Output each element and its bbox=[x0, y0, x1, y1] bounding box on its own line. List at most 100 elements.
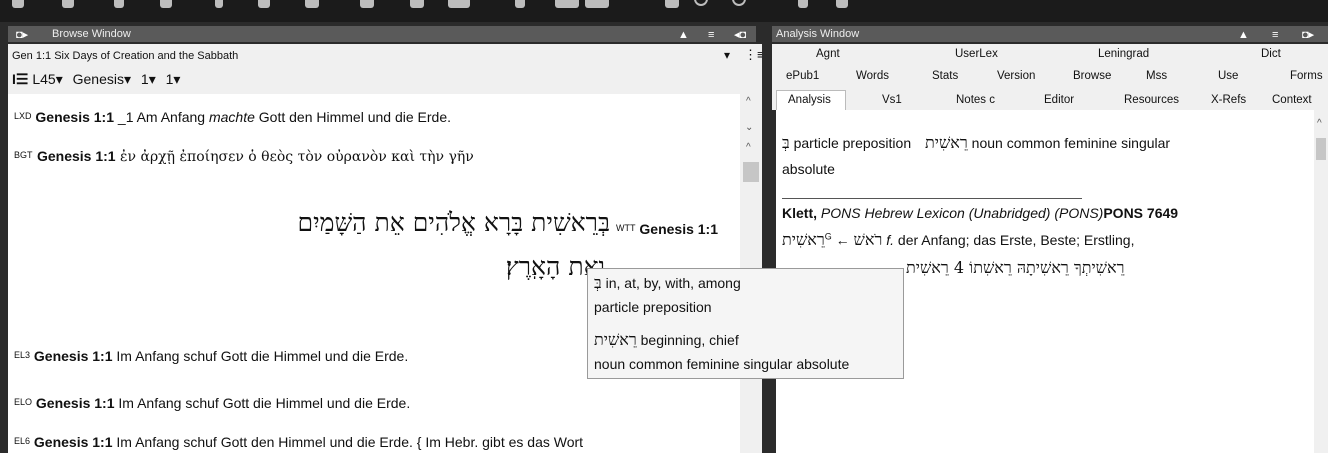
version-select[interactable]: L45▾ bbox=[32, 71, 62, 87]
menu-icon[interactable]: ≡ bbox=[1272, 27, 1278, 43]
tab-vs1[interactable]: Vs1 bbox=[882, 94, 902, 106]
scroll-up-icon[interactable]: ^ bbox=[746, 142, 751, 153]
browse-window-title: Browse Window bbox=[52, 28, 131, 40]
verse-text: _1 Am Anfang bbox=[114, 109, 209, 125]
verse-el6: EL6 Genesis 1:1 Im Anfang schuf Gott den… bbox=[14, 434, 583, 450]
tab-analysis[interactable]: Analysis bbox=[788, 94, 831, 106]
passage-title: Gen 1:1 Six Days of Creation and the Sab… bbox=[12, 50, 239, 62]
tab-version[interactable]: Version bbox=[997, 70, 1035, 82]
tab-notes-c[interactable]: Notes c bbox=[956, 94, 995, 106]
lexicon-entry-number[interactable]: PONS 7649 bbox=[1103, 205, 1178, 221]
scroll-thumb[interactable] bbox=[743, 162, 759, 182]
verse-ref[interactable]: Genesis 1:1 bbox=[37, 148, 116, 164]
verse-bgt: BGT Genesis 1:1 ἐν ἀρχῇ ἐποίησεν ὁ θεὸς … bbox=[14, 148, 474, 165]
dropdown-arrow-icon[interactable]: ▾ bbox=[724, 48, 730, 62]
toolbar-button[interactable] bbox=[160, 0, 172, 8]
tab-epub1[interactable]: ePub1 bbox=[786, 70, 819, 82]
parse-text: noun common feminine singular bbox=[971, 135, 1171, 151]
list-icon[interactable]: I☰ bbox=[12, 71, 28, 87]
toolbar-button[interactable] bbox=[258, 0, 270, 8]
lexicon-forms: רֵאשִׁיתְךָ רֵאשִׁיתָהּ רֵאשִׁתוֹ 4 רֵאש… bbox=[906, 258, 1125, 277]
verse-text: ἐν ἀρχῇ ἐποίησεν ὁ θεὸς τὸν οὐρανὸν καὶ … bbox=[115, 149, 474, 165]
verse-text: Im Anfang schuf Gott den Himmel und die … bbox=[112, 434, 584, 450]
help-icon[interactable] bbox=[694, 0, 708, 6]
tab-x-refs[interactable]: X-Refs bbox=[1211, 94, 1246, 106]
verse-ref[interactable]: Genesis 1:1 bbox=[639, 221, 718, 237]
parse-line: בְּ particle preposition רֵאשִׁית noun c… bbox=[782, 133, 1170, 153]
main-toolbar bbox=[0, 0, 1328, 22]
scroll-thumb[interactable] bbox=[1316, 138, 1326, 160]
word-tooltip: בְּ in, at, by, with, among particle pre… bbox=[587, 268, 904, 379]
tab-userlex[interactable]: UserLex bbox=[955, 48, 998, 60]
window-splitter[interactable] bbox=[762, 22, 772, 453]
toolbar-button[interactable] bbox=[305, 0, 319, 8]
analysis-window-title: Analysis Window bbox=[776, 28, 860, 40]
version-sigla: LXD bbox=[14, 111, 32, 121]
toolbar-button[interactable] bbox=[215, 0, 223, 8]
toolbar-button[interactable] bbox=[665, 0, 679, 8]
window-arrows-icon[interactable]: ◂◘ bbox=[734, 27, 746, 43]
scroll-up-icon[interactable]: ^ bbox=[1317, 118, 1322, 129]
tab-use[interactable]: Use bbox=[1218, 70, 1238, 82]
verse-text: Im Anfang schuf Gott die Himmel und die … bbox=[112, 348, 409, 364]
hebrew-word[interactable]: בְּ bbox=[782, 133, 790, 152]
toolbar-button[interactable] bbox=[62, 0, 74, 8]
tooltip-gloss: beginning, chief bbox=[640, 332, 739, 348]
toolbar-button[interactable] bbox=[555, 0, 579, 8]
toolbar-button[interactable] bbox=[114, 0, 124, 8]
toolbar-button[interactable] bbox=[585, 0, 609, 8]
toolbar-button[interactable] bbox=[12, 0, 24, 8]
version-sigla: BGT bbox=[14, 150, 33, 160]
window-toggle-icon[interactable]: ◘▸ bbox=[1302, 27, 1314, 43]
tab-words[interactable]: Words bbox=[856, 70, 889, 82]
lexicon-entry: רֵאשִׁיתG ← רֹאשׁ f. der Anfang; das Ers… bbox=[782, 230, 1134, 250]
tab-forms[interactable]: Forms bbox=[1290, 70, 1323, 82]
verse-ref[interactable]: Genesis 1:1 bbox=[35, 109, 114, 125]
hebrew-verse-line1: בְּרֵאשִׁית בָּרָא אֱלֹהִים אֵת הַשָּׁמַ… bbox=[297, 208, 611, 237]
book-select[interactable]: Genesis▾ bbox=[73, 71, 131, 87]
tab-resources[interactable]: Resources bbox=[1124, 94, 1179, 106]
info-icon[interactable] bbox=[732, 0, 746, 6]
hebrew-word[interactable]: רֵאשִׁית bbox=[925, 133, 968, 152]
hebrew-word: רֵאשִׁית bbox=[594, 330, 637, 349]
toolbar-button[interactable] bbox=[515, 0, 525, 8]
toolbar-button[interactable] bbox=[836, 0, 848, 8]
window-toggle-icon[interactable]: ◘▸ bbox=[16, 27, 28, 43]
hebrew-root[interactable]: רֹאשׁ bbox=[854, 230, 883, 249]
lexicon-publisher: Klett, bbox=[782, 205, 817, 221]
version-sigla: ELO bbox=[14, 397, 33, 407]
version-sigla: EL6 bbox=[14, 436, 31, 446]
tab-mss[interactable]: Mss bbox=[1146, 70, 1167, 82]
tab-dict[interactable]: Dict bbox=[1261, 48, 1281, 60]
tab-row-2: ePub1 Words Stats Version Browse Mss Use… bbox=[772, 69, 1328, 86]
tab-context[interactable]: Context bbox=[1272, 94, 1312, 106]
verse-ref[interactable]: Genesis 1:1 bbox=[34, 434, 113, 450]
scroll-down-icon[interactable]: ⌄ bbox=[745, 122, 753, 133]
analysis-scrollbar[interactable]: ^ bbox=[1314, 110, 1328, 453]
tab-row-1: Agnt UserLex Leningrad Dict bbox=[772, 47, 1328, 64]
toolbar-button[interactable] bbox=[798, 0, 808, 8]
collapse-up-icon[interactable]: ▲ bbox=[1238, 27, 1249, 43]
tab-browse[interactable]: Browse bbox=[1073, 70, 1111, 82]
tab-stats[interactable]: Stats bbox=[932, 70, 958, 82]
lexicon-heading: Klett, PONS Hebrew Lexicon (Unabridged) … bbox=[782, 205, 1178, 221]
browse-nav: I☰ L45▾ Genesis▾ 1▾ 1▾ bbox=[12, 71, 180, 88]
tab-leningrad[interactable]: Leningrad bbox=[1098, 48, 1149, 60]
verse-ref[interactable]: Genesis 1:1 bbox=[36, 395, 115, 411]
scroll-up-icon[interactable]: ^ bbox=[746, 96, 751, 107]
verse-select[interactable]: 1▾ bbox=[166, 71, 181, 87]
hebrew-word: בְּ bbox=[594, 273, 602, 292]
hebrew-word: רֵאשִׁית bbox=[782, 230, 825, 249]
toolbar-button[interactable] bbox=[410, 0, 424, 8]
collapse-up-icon[interactable]: ▲ bbox=[678, 27, 689, 43]
tooltip-entry-1: בְּ in, at, by, with, among bbox=[594, 273, 741, 293]
toolbar-button[interactable] bbox=[448, 0, 470, 8]
arrow-left-icon: ← bbox=[835, 232, 850, 248]
menu-icon[interactable]: ≡ bbox=[708, 27, 714, 43]
toolbar-button[interactable] bbox=[360, 0, 374, 8]
verse-text: Im Anfang schuf Gott die Himmel und die … bbox=[114, 395, 411, 411]
verse-ref[interactable]: Genesis 1:1 bbox=[34, 348, 113, 364]
tab-editor[interactable]: Editor bbox=[1044, 94, 1074, 106]
tab-agnt[interactable]: Agnt bbox=[816, 48, 840, 60]
chapter-select[interactable]: 1▾ bbox=[141, 71, 156, 87]
